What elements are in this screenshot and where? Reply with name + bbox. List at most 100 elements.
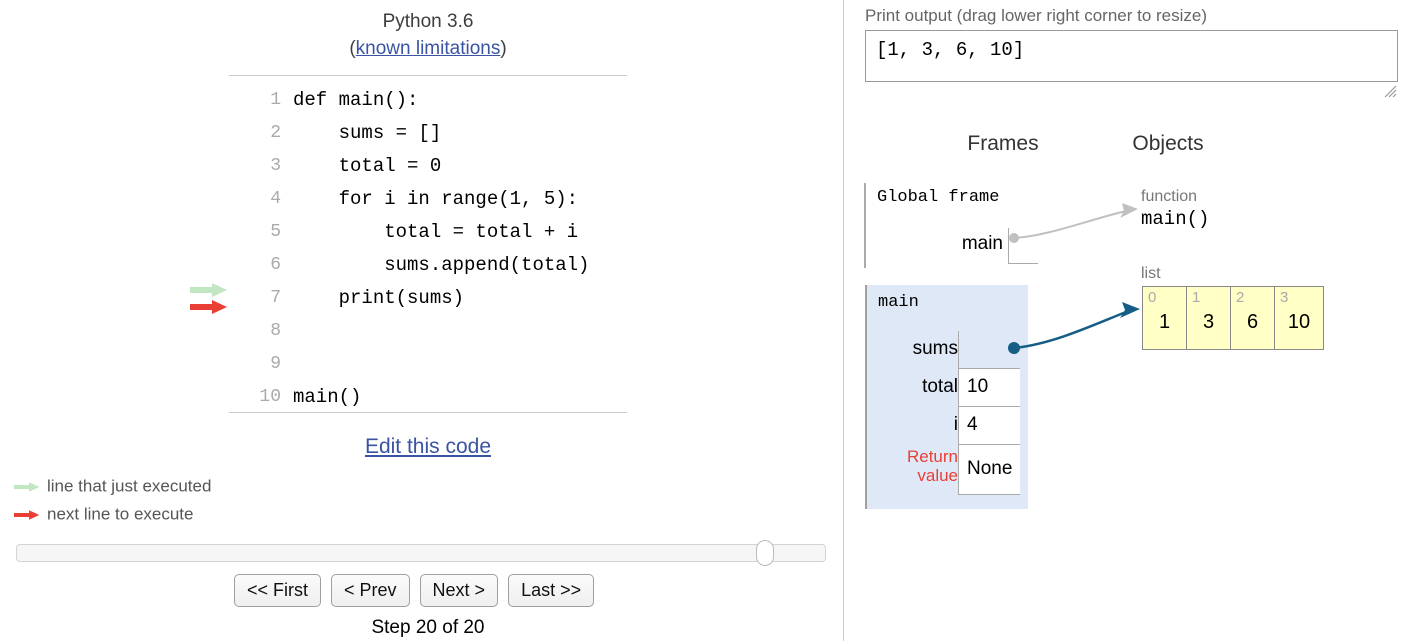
line-code: main() — [293, 386, 362, 408]
legend-row-next: next line to execute — [14, 500, 211, 528]
close-paren: ) — [500, 38, 507, 59]
list-value: 3 — [1202, 311, 1215, 333]
line-number: 1 — [270, 90, 281, 110]
code-line: 8 — [229, 315, 597, 348]
execution-arrows — [190, 282, 228, 315]
variable-row-return-value: Return value None — [867, 445, 1030, 495]
visualization-pane: Print output (drag lower right corner to… — [843, 0, 1412, 641]
legend-label-executed: line that just executed — [47, 476, 212, 496]
arrow-legend: line that just executed next line to exe… — [14, 472, 211, 528]
list-index: 1 — [1192, 289, 1201, 306]
edit-this-code-container: Edit this code — [229, 435, 627, 459]
known-limitations-line: (known limitations) — [229, 35, 627, 62]
legend-row-executed: line that just executed — [14, 472, 211, 500]
prev-button[interactable]: < Prev — [331, 574, 410, 607]
edit-this-code-link[interactable]: Edit this code — [365, 435, 491, 458]
known-limitations-link[interactable]: known limitations — [356, 38, 501, 59]
last-button[interactable]: Last >> — [508, 574, 595, 607]
line-code: total = 0 — [293, 155, 442, 177]
objects-heading: Objects — [1132, 132, 1204, 155]
list-index: 2 — [1236, 289, 1245, 306]
code-line: 4 for i in range(1, 5): — [229, 183, 597, 216]
list-index: 3 — [1280, 289, 1289, 306]
list-cell: 3 10 — [1275, 287, 1323, 349]
step-slider-track[interactable] — [16, 544, 826, 562]
code-pane: Python 3.6 (known limitations) 1 def mai… — [0, 0, 843, 641]
next-button[interactable]: Next > — [419, 574, 499, 607]
function-object-name: main() — [1141, 208, 1210, 230]
list-value: 6 — [1246, 311, 1259, 333]
global-variable-value-cell — [1008, 228, 1038, 264]
line-number: 9 — [270, 354, 281, 374]
return-value-label: Return value — [906, 447, 958, 485]
red-arrow-icon — [14, 509, 40, 520]
line-number: 10 — [259, 387, 281, 407]
main-frame: main sums total 10 i 4 Return value None — [865, 285, 1028, 509]
list-value: 10 — [1287, 311, 1311, 333]
print-output-textarea[interactable]: [1, 3, 6, 10] — [865, 30, 1398, 82]
python-version-label: Python 3.6 — [382, 11, 474, 32]
global-frame-title: Global frame — [877, 188, 1000, 207]
line-code — [293, 315, 597, 348]
code-listing: 1 def main(): 2 sums = [] 3 total = 0 4 … — [229, 84, 597, 414]
red-arrow-icon — [190, 299, 228, 315]
list-type-label: list — [1141, 265, 1161, 282]
global-frame: Global frame main — [864, 183, 1039, 268]
code-line: 6 sums.append(total) — [229, 249, 597, 282]
code-line-current: 7 print(sums) — [229, 282, 597, 315]
line-code: total = total + i — [293, 221, 579, 243]
resize-grip-icon[interactable] — [1383, 84, 1397, 98]
code-line: 5 total = total + i — [229, 216, 597, 249]
line-number: 4 — [270, 189, 281, 209]
list-value: 1 — [1158, 311, 1171, 333]
line-number: 3 — [270, 156, 281, 176]
variable-value-cell: 10 — [958, 369, 1020, 407]
code-bottom-divider — [229, 412, 627, 413]
line-code: sums.append(total) — [293, 254, 590, 276]
frames-heading: Frames — [967, 132, 1039, 155]
line-number: 8 — [270, 321, 281, 341]
line-number: 5 — [270, 222, 281, 242]
line-code: print(sums) — [293, 287, 465, 309]
step-counter-label: Step 20 of 20 — [371, 617, 485, 638]
code-line: 10 main() — [229, 381, 597, 414]
print-output-label: Print output (drag lower right corner to… — [865, 6, 1208, 25]
line-code: for i in range(1, 5): — [293, 188, 579, 210]
variable-value-cell — [958, 331, 1020, 369]
line-number: 6 — [270, 255, 281, 275]
variable-value-cell: 4 — [958, 407, 1020, 445]
step-slider-handle[interactable] — [756, 540, 774, 566]
line-code: sums = [] — [293, 122, 442, 144]
line-number: 7 — [270, 288, 281, 308]
return-value-cell: None — [958, 445, 1020, 495]
code-line: 1 def main(): — [229, 84, 597, 117]
line-code: def main(): — [293, 89, 419, 111]
navigation-buttons: << First < Prev Next > Last >> — [234, 574, 595, 607]
variable-row-total: total 10 — [867, 369, 1030, 407]
variable-value: 4 — [967, 414, 978, 435]
function-type-label: function — [1141, 188, 1198, 205]
list-cell: 2 6 — [1231, 287, 1275, 349]
list-cell: 1 3 — [1187, 287, 1231, 349]
code-line: 3 total = 0 — [229, 150, 597, 183]
variable-value: 10 — [967, 376, 989, 397]
green-arrow-icon — [190, 282, 228, 298]
first-button[interactable]: << First — [234, 574, 322, 607]
line-code — [293, 348, 597, 381]
return-value: None — [967, 458, 1013, 479]
variable-row-i: i 4 — [867, 407, 1030, 445]
python-version-header: Python 3.6 (known limitations) — [229, 8, 627, 62]
list-cell: 0 1 — [1143, 287, 1187, 349]
variable-name: total — [922, 376, 958, 397]
variable-name: sums — [912, 338, 958, 359]
variable-row-sums: sums — [867, 331, 1030, 369]
main-frame-title: main — [878, 293, 919, 312]
list-object: 0 1 1 3 2 6 3 10 — [1142, 286, 1324, 350]
code-top-divider — [229, 75, 627, 76]
function-object: function main() — [1141, 188, 1209, 230]
legend-label-next: next line to execute — [47, 504, 194, 524]
line-number: 2 — [270, 123, 281, 143]
list-index: 0 — [1148, 289, 1157, 306]
global-variable-row: main — [866, 228, 1041, 264]
green-arrow-icon — [14, 481, 40, 492]
